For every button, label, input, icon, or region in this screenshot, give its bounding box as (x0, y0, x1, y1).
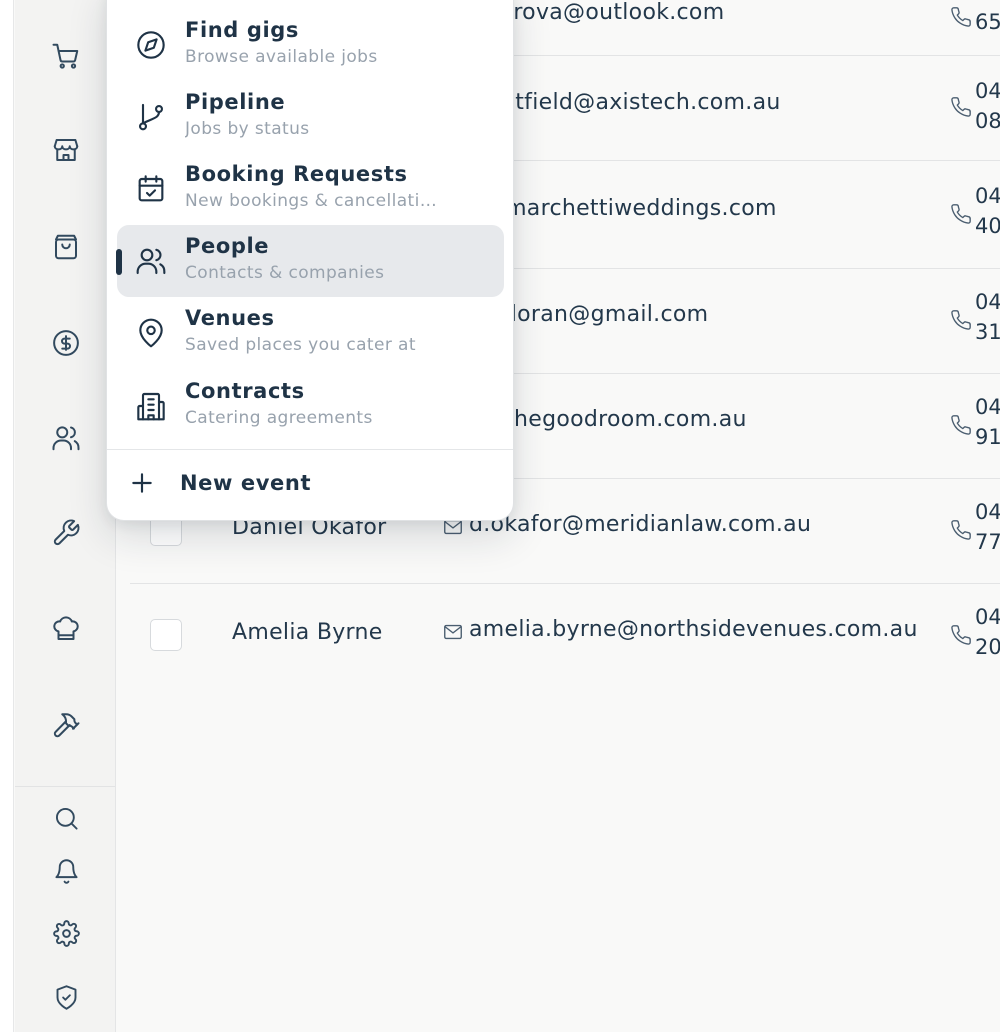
contact-email[interactable]: a@marchettiweddings.com (469, 196, 777, 221)
menu-item-subtitle: Catering agreements (185, 408, 373, 428)
plus-icon (132, 473, 152, 493)
menu-item-title: Find gigs (185, 18, 299, 42)
calendar-check-icon (138, 175, 164, 202)
contact-phone[interactable]: 04 77 (975, 497, 1000, 557)
menu-item-pipeline[interactable]: Pipeline Jobs by status (117, 81, 504, 153)
sidebar-divider (15, 786, 115, 787)
phone-icon (951, 310, 971, 330)
contact-email[interactable]: d.okafor@meridianlaw.com.au (469, 512, 811, 537)
contact-phone[interactable]: 04 08 (975, 76, 1000, 136)
phone-icon (951, 520, 971, 540)
phone-icon (951, 97, 971, 117)
menu-item-subtitle: Saved places you cater at (185, 335, 416, 355)
mail-icon (444, 624, 462, 640)
contact-name[interactable]: Amelia Byrne (232, 620, 383, 645)
table-row[interactable]: Amelia Byrne amelia.byrne@northsidevenue… (130, 584, 1000, 689)
contact-phone[interactable]: 65 (975, 7, 1000, 37)
phone-icon (951, 7, 971, 27)
wrench-icon[interactable] (50, 517, 82, 549)
contact-phone[interactable]: 04 31 (975, 287, 1000, 347)
menu-item-title: Contracts (185, 379, 305, 403)
menu-item-contracts[interactable]: Contracts Catering agreements (117, 370, 504, 442)
building-icon (137, 392, 165, 421)
contact-email[interactable]: .whitfield@axistech.com.au (469, 90, 781, 115)
hammer-icon[interactable] (50, 709, 82, 741)
gear-icon[interactable] (50, 917, 82, 949)
shopping-bag-icon[interactable] (50, 231, 82, 263)
menu-item-subtitle: Jobs by status (185, 119, 310, 139)
search-icon[interactable] (50, 802, 82, 834)
new-event-label: New event (180, 471, 312, 495)
nav-dropdown-menu: Find gigs Browse available jobs Pipeline… (106, 0, 514, 521)
window-edge (0, 0, 14, 1032)
shield-check-icon[interactable] (50, 981, 82, 1013)
dollar-circle-icon[interactable] (50, 327, 82, 359)
bell-icon[interactable] (50, 855, 82, 887)
new-event-button[interactable]: New event (129, 463, 311, 503)
contact-phone[interactable]: 04 91 (975, 392, 1000, 452)
cart-icon[interactable] (50, 40, 82, 72)
compass-icon (137, 31, 165, 59)
phone-icon (951, 415, 971, 435)
menu-item-booking-requests[interactable]: Booking Requests New bookings & cancella… (117, 153, 504, 225)
menu-item-title: Venues (185, 306, 275, 330)
map-pin-icon (139, 318, 163, 348)
menu-item-venues[interactable]: Venues Saved places you cater at (117, 297, 504, 369)
chef-hat-icon[interactable] (50, 613, 82, 645)
active-indicator (116, 249, 122, 275)
menu-divider (107, 449, 513, 450)
row-checkbox[interactable] (150, 619, 182, 651)
phone-icon (951, 625, 971, 645)
menu-item-title: Booking Requests (185, 162, 408, 186)
contact-phone[interactable]: 04 20 (975, 602, 1000, 662)
menu-item-subtitle: Browse available jobs (185, 47, 378, 67)
phone-icon (951, 204, 971, 224)
store-icon[interactable] (50, 134, 82, 166)
contact-email[interactable]: amelia.byrne@northsidevenues.com.au (469, 617, 918, 642)
menu-item-find-gigs[interactable]: Find gigs Browse available jobs (117, 9, 504, 81)
contact-phone[interactable]: 04 40 (975, 181, 1000, 241)
menu-item-subtitle: Contacts & companies (185, 263, 385, 283)
git-branch-icon (138, 103, 164, 131)
menu-item-title: People (185, 234, 270, 258)
menu-item-title: Pipeline (185, 90, 286, 114)
users-icon[interactable] (50, 422, 82, 454)
menu-item-people[interactable]: People Contacts & companies (116, 225, 504, 297)
menu-item-subtitle: New bookings & cancellatio… (185, 191, 440, 211)
users-icon (136, 248, 166, 275)
